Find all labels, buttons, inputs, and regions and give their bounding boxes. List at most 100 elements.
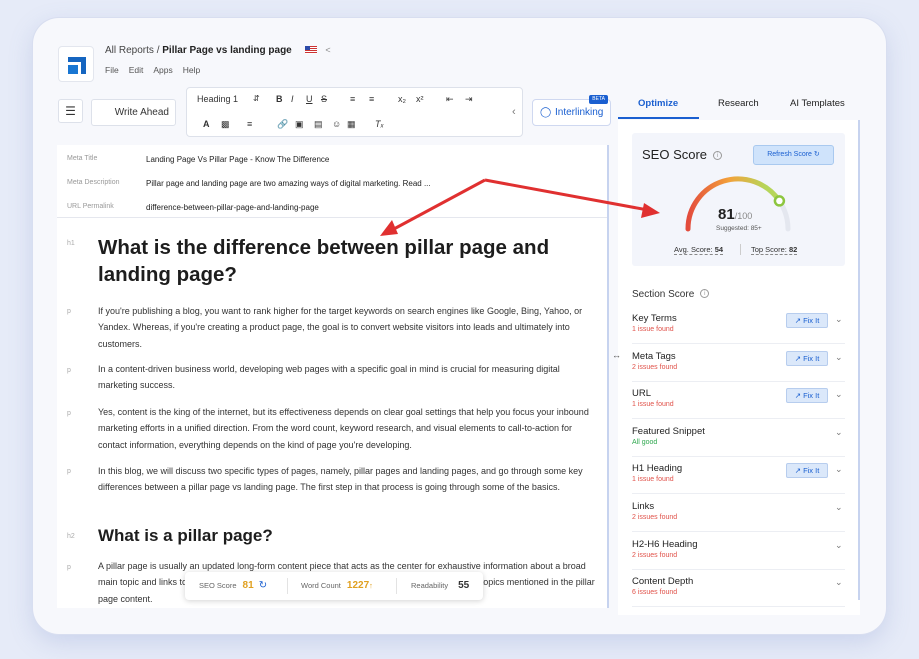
section-row-title: Content Depth [632,576,694,588]
wand-icon: ↗ [794,466,804,476]
panel-resize-handle-icon[interactable]: ↔ [612,350,621,360]
chevron-down-icon[interactable]: ⌄ [835,540,843,551]
heading-select[interactable]: Heading 1 [197,94,238,104]
right-panel-tabs: Optimize Research AI Templates [618,87,860,119]
panel-scrollbar[interactable] [858,120,860,600]
fix-it-button[interactable]: ↗ Fix It [786,388,828,404]
chevron-down-icon[interactable]: ⌄ [835,464,843,475]
article-h1[interactable]: What is the difference between pillar pa… [98,234,598,288]
share-icon[interactable]: < [325,45,330,55]
suggested-score: Suggested: 85+ [716,225,762,232]
tab-research[interactable]: Research [718,98,759,109]
chevron-down-icon[interactable]: ⌄ [835,577,843,588]
section-row-status: 6 issues found [632,589,678,597]
metric-readability: Readability 55 [411,580,470,591]
link-icon[interactable]: 🔗 [277,119,288,130]
strikethrough-icon[interactable]: S [321,94,327,104]
section-row-status: 2 issues found [632,514,678,521]
section-row[interactable]: Meta Tags 2 issues found ↗ Fix It ⌄ [632,345,845,382]
chevron-down-icon[interactable]: ⌄ [835,314,843,325]
chevron-down-icon[interactable]: ⌄ [835,427,843,438]
fix-it-button[interactable]: ↗ Fix It [786,313,828,328]
subscript-icon[interactable]: x₂ [398,94,406,104]
section-row[interactable]: Featured Snippet All good ⌄ [632,420,845,457]
interlinking-button[interactable]: ◯ Interlinking BETA [532,95,611,126]
block-tag-h1: h1 [67,240,75,247]
block-tag-p: p [67,564,71,571]
menu-file[interactable]: File [105,65,119,75]
paragraph[interactable]: In this blog, we will discuss two specif… [98,463,598,496]
table-icon[interactable]: ▦ [347,119,356,130]
align-icon[interactable]: ≡ [247,119,252,129]
format-toolbar: Heading 1 ⇵ B I U S ≡ ≡ x₂ x² ⇤ ⇥ A ▩ ≡ … [186,87,523,137]
collapse-toolbar-icon[interactable]: ‹ [512,106,516,118]
outdent-icon[interactable]: ⇤ [446,94,454,105]
block-tag-h2: h2 [67,533,75,540]
info-icon[interactable]: i [700,289,710,298]
breadcrumb-all-reports[interactable]: All Reports [105,45,154,56]
outline-list-icon[interactable]: ☰ [58,99,83,123]
editor-scrollbar[interactable] [607,145,609,608]
paragraph[interactable]: In a content-driven business world, deve… [98,361,598,394]
clear-format-icon[interactable]: Tₓ [375,119,384,129]
underline-icon[interactable]: U [306,94,313,104]
superscript-icon[interactable]: x² [416,94,424,104]
refresh-score-button[interactable]: Refresh Score ↻ [753,145,834,165]
section-row[interactable]: URL 1 issue found ↗ Fix It ⌄ [632,382,845,420]
indent-icon[interactable]: ⇥ [465,94,473,105]
text-color-icon[interactable]: A [203,119,210,129]
section-row[interactable]: Key Terms 1 issue found ↗ Fix It ⌄ [632,307,845,344]
metrics-bar: SEO Score 81 ↻ Word Count 1227↑ Readabilit… [185,572,483,600]
fix-it-button[interactable]: ↗ Fix It [786,350,828,366]
wand-icon: ↗ [794,316,804,325]
write-ahead-button[interactable]: Write Ahead [91,99,176,126]
section-row-status: 2 issues found [632,363,678,371]
image-icon[interactable]: ▣ [295,119,304,130]
divider [57,217,609,218]
url-permalink-value[interactable]: difference-between-pillar-page-and-landi… [146,203,319,212]
menu-apps[interactable]: Apps [153,65,172,75]
seo-score-value: 81/100 [718,206,753,223]
heading-select-chevron-icon[interactable]: ⇵ [253,94,260,103]
chevron-down-icon[interactable]: ⌄ [835,389,843,400]
document-title: Pillar Page vs landing page [162,45,292,56]
section-row-status: 2 issues found [632,551,678,559]
section-row-status: 1 issue found [632,326,674,333]
video-icon[interactable]: ▤ [314,119,323,130]
chevron-down-icon[interactable]: ⌄ [835,352,843,363]
arrow-up-icon: ↑ [369,581,373,590]
app-logo[interactable] [58,46,94,82]
us-flag-icon[interactable] [304,46,317,54]
section-row[interactable]: Links 2 issues found ⌄ [632,495,845,532]
fix-it-button[interactable]: ↗ Fix It [786,463,828,479]
refresh-icon: ↻ [813,151,820,158]
wand-icon: ↗ [794,353,804,363]
bullet-list-icon[interactable]: ≡ [369,94,374,104]
metric-word-count: Word Count 1227↑ [301,580,373,591]
block-tag-p: p [67,410,71,417]
info-icon[interactable]: i [713,151,723,160]
paragraph[interactable]: If you're publishing a blog, you want to… [98,303,598,352]
emoji-icon[interactable]: ☺ [332,119,341,129]
menu-edit[interactable]: Edit [129,65,144,75]
metric-seo-score: SEO Score 81 ↻ [199,580,268,591]
refresh-icon[interactable]: ↻ [259,580,267,591]
document-editor[interactable]: Meta Title Landing Page Vs Pillar Page -… [57,145,609,608]
section-row[interactable]: H2-H6 Heading 2 issues found ⌄ [632,533,845,570]
section-row[interactable]: H1 Heading 1 issue found ↗ Fix It ⌄ [632,457,845,495]
meta-title-value[interactable]: Landing Page Vs Pillar Page - Know The D… [146,155,329,164]
italic-icon[interactable]: I [291,94,294,104]
paragraph[interactable]: Yes, content is the king of the internet… [98,404,598,453]
tab-ai-templates[interactable]: AI Templates [790,98,845,109]
section-row-title: Key Terms [632,313,677,324]
ordered-list-icon[interactable]: ≡ [350,94,355,104]
section-row[interactable]: Content Depth 6 issues found ⌄ [632,570,845,608]
section-row-title: URL [632,388,652,400]
bold-icon[interactable]: B [276,94,283,104]
tab-optimize[interactable]: Optimize [638,98,678,109]
highlight-icon[interactable]: ▩ [221,119,230,130]
meta-description-value[interactable]: Pillar page and landing page are two ama… [146,179,431,188]
article-h2[interactable]: What is a pillar page? [98,526,273,546]
chevron-down-icon[interactable]: ⌄ [835,502,843,513]
menu-help[interactable]: Help [183,65,200,75]
